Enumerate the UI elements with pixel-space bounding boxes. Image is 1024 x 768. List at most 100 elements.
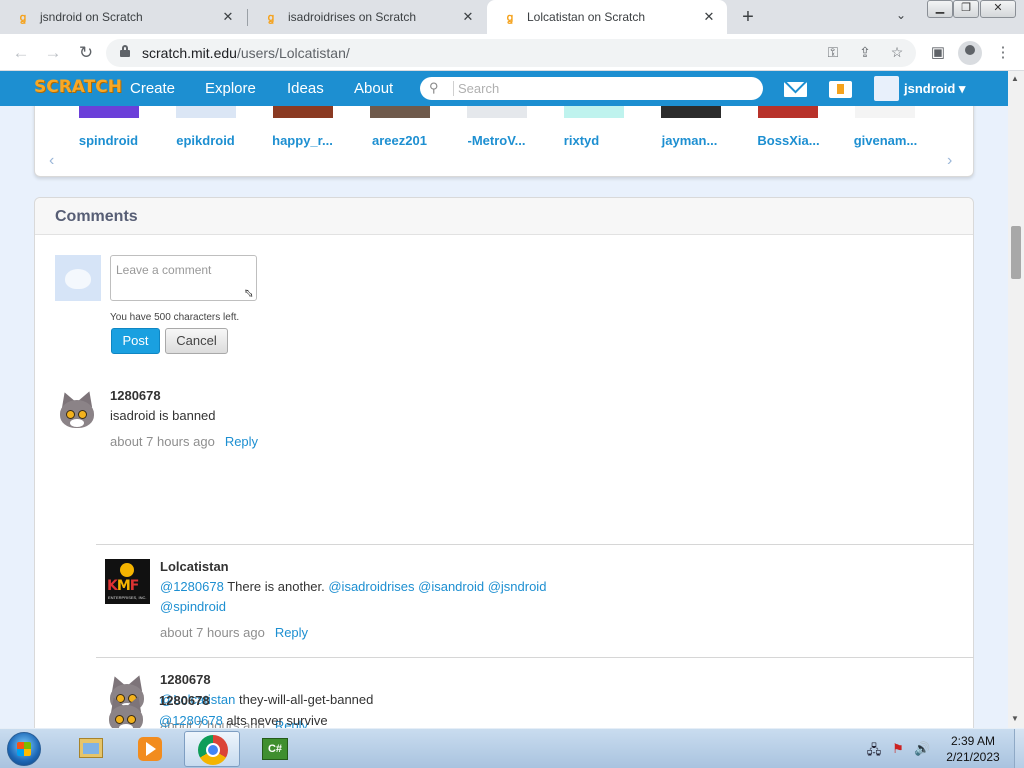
bookmark-star-icon[interactable]: ☆ [888, 44, 906, 61]
clock-time: 2:39 AM [950, 734, 996, 748]
minimize-button[interactable]: ▁ [927, 0, 953, 18]
back-arrow-icon[interactable]: ← [10, 42, 32, 64]
taskbar-explorer[interactable] [62, 731, 118, 767]
user-avatar[interactable] [874, 76, 899, 101]
comment-text: @1280678 alts never survive [159, 713, 328, 728]
comments-section: Comments Leave a comment ⇔ You have 500 … [34, 197, 974, 728]
media-player-icon [138, 737, 162, 761]
taskbar-csharp-app[interactable]: C# [246, 731, 302, 767]
scratch-favicon-icon: ꬶ [19, 11, 27, 24]
comment-time: about 7 hours ago [160, 625, 265, 640]
comments-title: Comments [55, 208, 138, 225]
new-tab-button[interactable]: + [738, 6, 758, 28]
profile-avatar-icon[interactable] [958, 41, 982, 65]
following-user[interactable]: epikdroid [158, 132, 253, 150]
search-input[interactable]: ⚲ Search [420, 77, 763, 100]
share-icon[interactable]: ⇪ [856, 44, 874, 61]
kmf-logo-avatar-icon[interactable]: KMF ENTERPRISES, INC. [105, 559, 150, 604]
reload-icon[interactable]: ↻ [75, 42, 97, 64]
address-bar[interactable]: scratch.mit.edu/users/Lolcatistan/ ⚿ ⇪ ☆ [106, 39, 916, 67]
volume-icon[interactable]: 🔊 [914, 741, 930, 757]
cat-avatar-icon[interactable] [104, 693, 150, 728]
comment-time: about 7 hours ago [110, 434, 215, 449]
cat-avatar-icon[interactable] [55, 388, 101, 434]
comment-author[interactable]: 1280678 [159, 693, 210, 708]
comment-author[interactable]: 1280678 [110, 388, 161, 403]
messages-envelope-flap [784, 82, 807, 97]
reply-link[interactable]: Reply [275, 625, 308, 640]
scroll-down-arrow-icon[interactable]: ▼ [1011, 714, 1019, 723]
mention-link[interactable]: @spindroid [160, 599, 226, 614]
folder-icon [79, 738, 103, 758]
scroll-up-arrow-icon[interactable]: ▲ [1011, 74, 1019, 83]
start-button[interactable] [7, 732, 41, 766]
my-avatar [55, 255, 101, 301]
close-window-button[interactable]: ✕ [980, 0, 1016, 18]
tab-close-icon[interactable]: ✕ [701, 9, 717, 25]
nav-about[interactable]: About [350, 71, 397, 106]
comment-text: isadroid is banned [110, 408, 216, 423]
page-scrollbar[interactable]: ▲ ▼ [1008, 71, 1024, 728]
carousel-prev-icon[interactable]: ‹ [49, 152, 54, 170]
tab-close-icon[interactable]: ✕ [220, 9, 236, 25]
browser-menu-icon[interactable]: ⋮ [993, 43, 1013, 63]
comment-author[interactable]: Lolcatistan [160, 559, 229, 574]
tab-lolcatistan[interactable]: ꬶ Lolcatistan on Scratch ✕ [487, 0, 727, 34]
following-user[interactable]: -MetroV... [449, 132, 544, 150]
carousel-next-icon[interactable]: › [947, 152, 952, 170]
nav-explore[interactable]: Explore [201, 71, 260, 106]
url-text[interactable]: scratch.mit.edu/users/Lolcatistan/ [142, 45, 350, 61]
scratch-favicon-icon: ꬶ [506, 11, 514, 24]
following-user[interactable]: jayman... [642, 132, 737, 150]
taskbar-chrome[interactable] [184, 731, 240, 767]
tab-title: jsndroid on Scratch [40, 10, 143, 24]
post-button[interactable]: Post [111, 328, 160, 354]
following-user[interactable]: rixtyd [534, 132, 629, 150]
tab-close-icon[interactable]: ✕ [460, 9, 476, 25]
side-panel-icon[interactable]: ▣ [928, 43, 948, 63]
mention-link[interactable]: @1280678 [159, 713, 223, 728]
reply-divider [96, 544, 974, 545]
tab-isadroidrises[interactable]: ꬶ isadroidrises on Scratch ✕ [248, 0, 486, 34]
csharp-icon: C# [262, 738, 288, 760]
tab-search-chevron-icon[interactable]: ⌄ [896, 8, 906, 22]
browser-tab-strip: ꬶ jsndroid on Scratch ✕ ꬶ isadroidrises … [0, 0, 1024, 34]
mention-link[interactable]: @isadroidrises @isandroid @jsndroid [328, 579, 546, 594]
search-icon: ⚲ [429, 80, 439, 95]
my-stuff-icon[interactable] [829, 81, 852, 98]
windows-taskbar: C# 🖧 ⚑ 🔊 2:39 AM 2/21/2023 [0, 728, 1024, 768]
system-clock[interactable]: 2:39 AM 2/21/2023 [940, 733, 1006, 765]
scrollbar-thumb[interactable] [1011, 226, 1021, 279]
nav-ideas[interactable]: Ideas [283, 71, 328, 106]
browser-toolbar: ← → ↻ scratch.mit.edu/users/Lolcatistan/… [0, 34, 1024, 71]
comment-text-line2: @spindroid [160, 597, 226, 617]
maximize-button[interactable]: ❐ [953, 0, 979, 18]
network-icon[interactable]: 🖧 [866, 741, 882, 757]
reply-link[interactable]: Reply [225, 434, 258, 449]
following-user[interactable]: givenam... [838, 132, 933, 150]
following-user[interactable]: areez201 [352, 132, 447, 150]
key-icon[interactable]: ⚿ [824, 44, 842, 61]
scratch-navbar: SCRATCH Create Explore Ideas About ⚲ Sea… [0, 71, 1008, 106]
mention-link[interactable]: @1280678 [160, 579, 224, 594]
scratch-logo[interactable]: SCRATCH [34, 77, 122, 97]
chrome-icon [198, 735, 228, 765]
action-center-flag-icon[interactable]: ⚑ [890, 741, 906, 757]
forward-arrow-icon[interactable]: → [42, 42, 64, 64]
lock-icon[interactable] [120, 45, 130, 57]
following-user[interactable]: BossXia... [741, 132, 836, 150]
tab-title: Lolcatistan on Scratch [527, 10, 646, 24]
comment-textarea[interactable]: Leave a comment [110, 255, 257, 301]
comment-author[interactable]: 1280678 [160, 672, 211, 687]
tab-jsndroid[interactable]: ꬶ jsndroid on Scratch ✕ [0, 0, 246, 34]
taskbar-media-player[interactable] [122, 731, 178, 767]
user-menu[interactable]: jsndroid ▾ [904, 71, 965, 106]
nav-create[interactable]: Create [126, 71, 179, 106]
cancel-button[interactable]: Cancel [165, 328, 228, 354]
show-desktop-button[interactable] [1014, 729, 1024, 768]
comment-text: @1280678 There is another. @isadroidrise… [160, 579, 547, 594]
reply-divider [96, 657, 974, 658]
following-user[interactable]: spindroid [61, 132, 156, 150]
search-placeholder: Search [453, 81, 499, 96]
following-user[interactable]: happy_r... [255, 132, 350, 150]
